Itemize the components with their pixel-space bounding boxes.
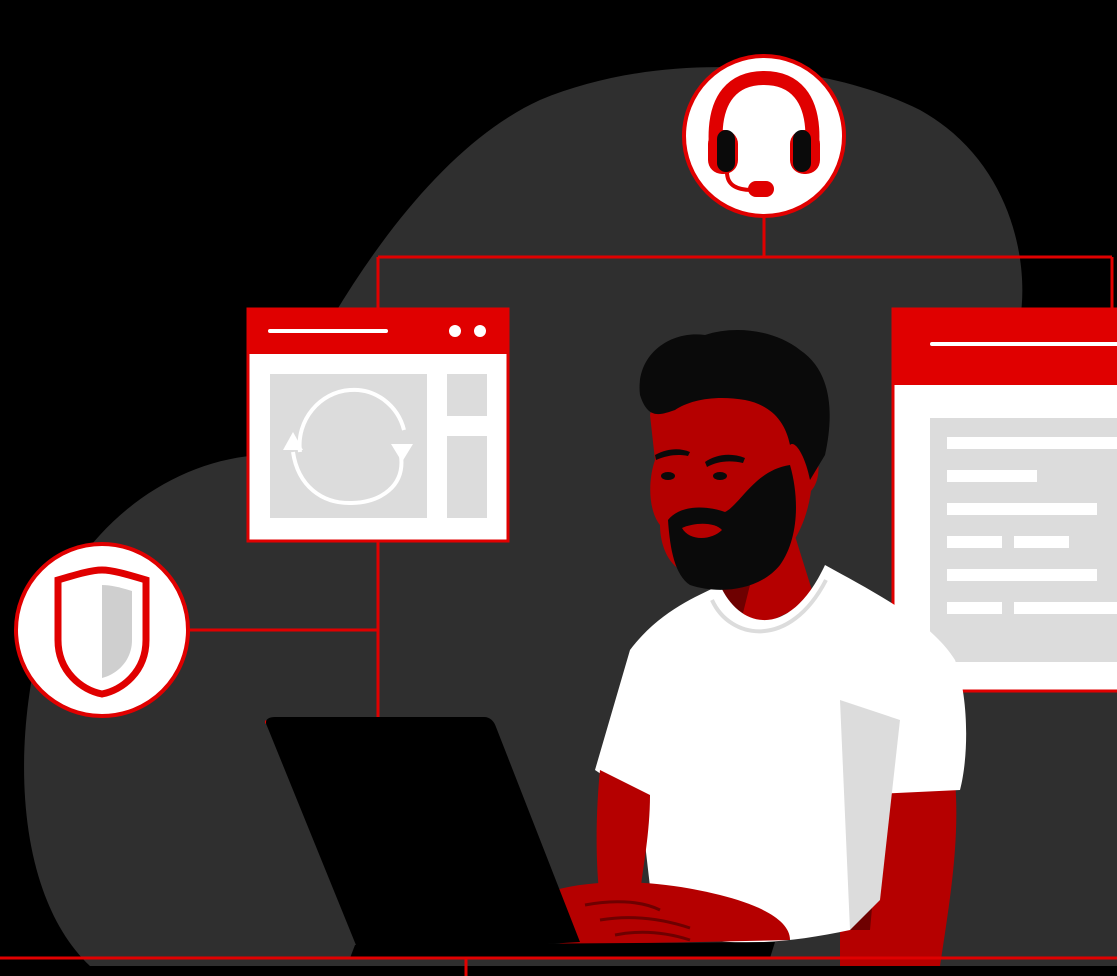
window-dot [449, 325, 461, 337]
sync-window [246, 307, 510, 543]
window-title-bar-line [268, 329, 388, 333]
shield-icon [54, 566, 150, 698]
shield-node [14, 542, 190, 718]
document-lines-icon [930, 418, 1117, 662]
headset-node [682, 54, 846, 218]
window-dot [474, 325, 486, 337]
support-illustration [0, 54, 1117, 976]
